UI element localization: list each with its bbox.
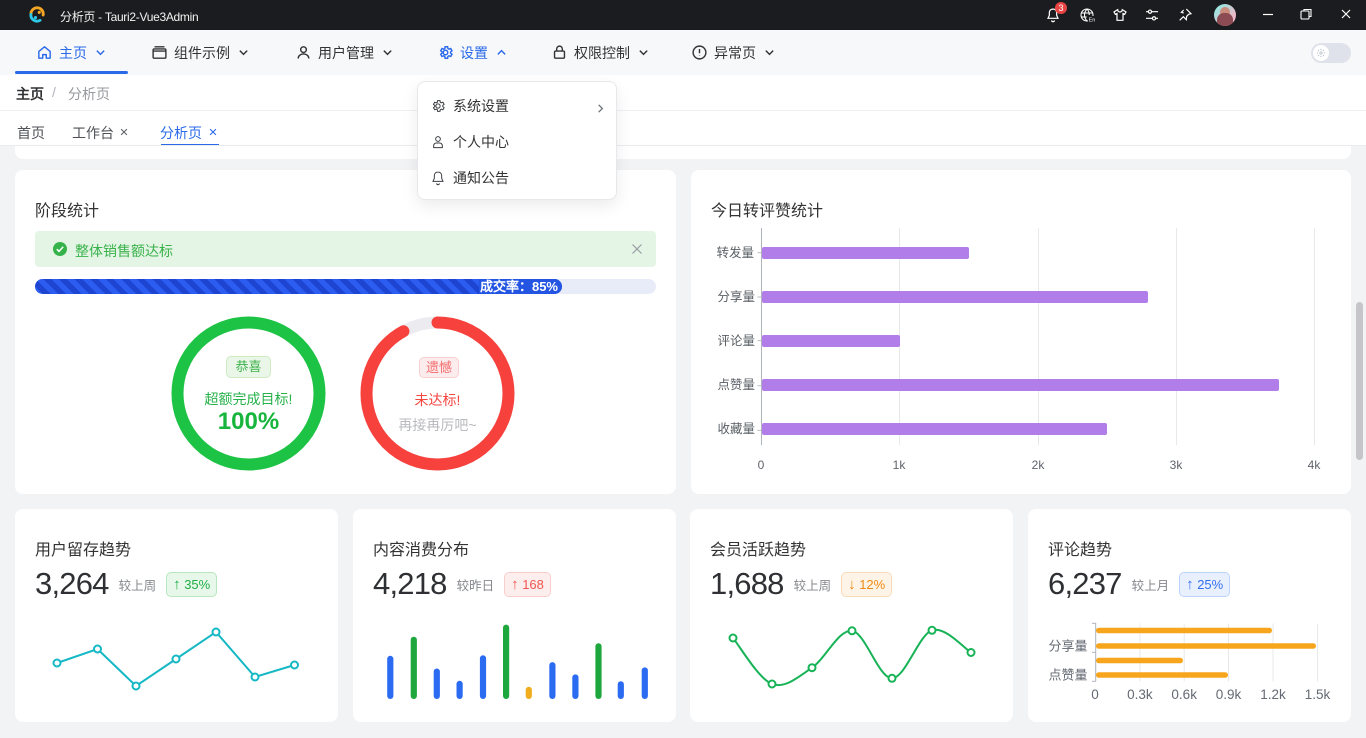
svg-text:分享量: 分享量 — [1048, 639, 1087, 654]
svg-text:1.2k: 1.2k — [1260, 687, 1286, 702]
svg-text:0: 0 — [758, 458, 765, 472]
svg-text:4k: 4k — [1308, 458, 1322, 472]
svg-text:点赞量: 点赞量 — [1048, 668, 1087, 683]
svg-text:评论量: 评论量 — [717, 334, 755, 348]
svg-text:En: En — [1089, 17, 1095, 23]
svg-text:转发量: 转发量 — [716, 245, 754, 260]
svg-text:点赞量: 点赞量 — [717, 378, 755, 392]
svg-text:分享量: 分享量 — [717, 289, 755, 304]
svg-text:2k: 2k — [1032, 458, 1046, 472]
svg-text:收藏量: 收藏量 — [717, 422, 755, 436]
svg-text:0.3k: 0.3k — [1127, 687, 1153, 702]
svg-text:3k: 3k — [1170, 458, 1184, 472]
svg-text:0: 0 — [1091, 687, 1099, 702]
svg-text:0.9k: 0.9k — [1216, 687, 1242, 702]
svg-text:0.6k: 0.6k — [1171, 687, 1197, 702]
svg-text:1k: 1k — [893, 458, 907, 472]
svg-text:1.5k: 1.5k — [1305, 687, 1331, 702]
